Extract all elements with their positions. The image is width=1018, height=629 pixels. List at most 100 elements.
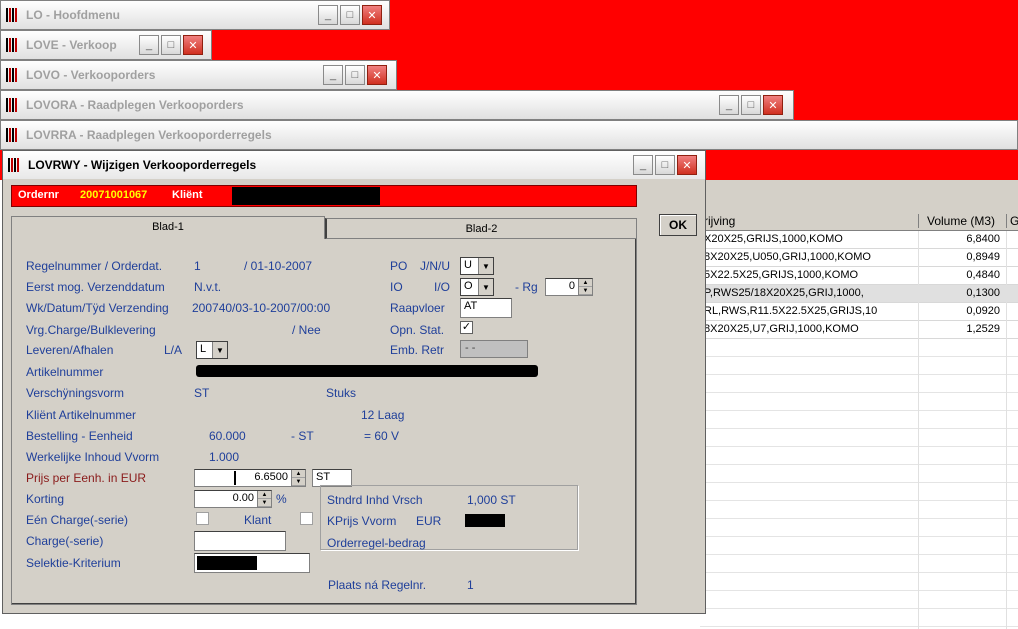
app-logo-icon: [6, 98, 20, 112]
grid-col-divider: [1006, 231, 1007, 629]
maximize-icon[interactable]: □: [655, 155, 675, 175]
emb-value: - -: [465, 342, 476, 354]
cell-desc: P,RWS25/18X20X25,GRIJ,1000,: [704, 287, 864, 299]
table-row[interactable]: 8X20X25,U050,GRIJ,1000,KOMO 0,8949: [700, 249, 1018, 267]
korting-label: Korting: [26, 492, 65, 506]
klant-checkbox[interactable]: [300, 512, 313, 525]
emb-field: - -: [460, 340, 528, 358]
een-charge-checkbox[interactable]: [196, 512, 209, 525]
window-lovrra[interactable]: LOVRRA - Raadplegen Verkooporderregels: [0, 120, 1018, 150]
artikel-label: Artikelnummer: [26, 365, 104, 379]
app-logo-icon: [8, 158, 22, 172]
bestelling-label: Bestelling - Eenheid: [26, 429, 133, 443]
prijs-input[interactable]: 6.6500 ▲ ▼: [194, 469, 306, 487]
minimize-icon[interactable]: _: [323, 65, 343, 85]
po-value: U: [464, 259, 472, 271]
prijs-label: Prijs per Eenh. in EUR: [26, 471, 147, 485]
prijs-value: 6.6500: [254, 471, 288, 483]
order-header-bar: Ordernr 20071001067 Kliënt: [11, 185, 637, 207]
text-cursor: [234, 471, 236, 485]
po-select[interactable]: U ▼: [460, 257, 494, 275]
dialog-lovrwy[interactable]: LOVRWY - Wijzigen Verkooporderregels _ □ ✕…: [2, 150, 706, 614]
korting-input[interactable]: 0.00 ▲ ▼: [194, 490, 272, 508]
column-header-volume[interactable]: Volume (M3): [918, 214, 1016, 228]
selektie-input[interactable]: [194, 553, 310, 573]
vrg-label: Vrg.Charge/Bulklevering: [26, 323, 156, 337]
tab-label: Blad-1: [152, 221, 184, 233]
window-title: LOVORA - Raadplegen Verkooporders: [26, 98, 244, 112]
opn-label: Opn. Stat.: [390, 323, 445, 337]
minimize-icon[interactable]: _: [139, 35, 159, 55]
la-select[interactable]: L ▼: [196, 341, 228, 359]
chevron-down-icon[interactable]: ▼: [212, 342, 227, 358]
window-title: LO - Hoofdmenu: [26, 8, 120, 22]
grid-col-divider: [918, 231, 919, 629]
korting-spinner[interactable]: ▲ ▼: [257, 491, 271, 507]
window-lo[interactable]: LO - Hoofdmenu _ □ ✕: [0, 0, 390, 30]
spin-down-icon[interactable]: ▼: [258, 499, 271, 507]
spin-down-icon[interactable]: ▼: [579, 287, 592, 295]
maximize-icon[interactable]: □: [345, 65, 365, 85]
minimize-icon[interactable]: _: [318, 5, 338, 25]
orderregel-label: Orderregel-bedrag: [327, 536, 426, 550]
chevron-down-icon[interactable]: ▼: [478, 258, 493, 274]
wk-value: 200740/03-10-2007/00:00: [192, 301, 331, 315]
pct-label: %: [276, 492, 287, 506]
klientart-label: Kliënt Artikelnummer: [26, 408, 137, 422]
cell-volume: 0,8949: [966, 251, 1000, 263]
table-row[interactable]: RL,RWS,R11.5X22.5X25,GRIJS,10 0,0920: [700, 303, 1018, 321]
cell-volume: 0,0920: [966, 305, 1000, 317]
opn-checkbox[interactable]: ✓: [460, 321, 473, 334]
spin-up-icon[interactable]: ▲: [292, 470, 305, 478]
close-icon[interactable]: ✕: [183, 35, 203, 55]
chevron-down-icon[interactable]: ▼: [478, 279, 493, 295]
stuks-value: Stuks: [326, 386, 357, 400]
table-row-selected[interactable]: P,RWS25/18X20X25,GRIJ,1000, 0,1300: [700, 285, 1018, 303]
rg-input[interactable]: 0 ▲ ▼: [545, 278, 593, 296]
charge-input[interactable]: [194, 531, 286, 551]
po-label: PO: [390, 259, 408, 273]
rg-label: - Rg: [515, 280, 538, 294]
spin-up-icon[interactable]: ▲: [579, 279, 592, 287]
prijs-spinner[interactable]: ▲ ▼: [291, 470, 305, 486]
tab-blad-2[interactable]: Blad-2: [325, 218, 637, 239]
charge-label: Charge(-serie): [26, 534, 104, 548]
close-icon[interactable]: ✕: [367, 65, 387, 85]
close-icon[interactable]: ✕: [362, 5, 382, 25]
close-icon[interactable]: ✕: [677, 155, 697, 175]
table-row[interactable]: 8X20X25,U7,GRIJ,1000,KOMO 1,2529: [700, 321, 1018, 339]
maximize-icon[interactable]: □: [741, 95, 761, 115]
data-grid: rijving Volume (M3) G X20X25,GRIJS,1000,…: [700, 212, 1018, 629]
maximize-icon[interactable]: □: [340, 5, 360, 25]
nee-value: / Nee: [292, 323, 321, 337]
ok-button[interactable]: OK: [659, 214, 697, 236]
werkelijke-label: Werkelijke Inhoud Vvorm: [26, 450, 160, 464]
minimize-icon[interactable]: _: [633, 155, 653, 175]
tab-blad-1[interactable]: Blad-1: [11, 216, 325, 239]
column-header-description[interactable]: rijving: [704, 214, 735, 228]
een-charge-label: Eén Charge(-serie): [26, 513, 129, 527]
window-lovo[interactable]: LOVO - Verkooporders _ □ ✕: [0, 60, 397, 90]
window-love[interactable]: LOVE - Verkoop _ □ ✕: [0, 30, 212, 60]
spin-down-icon[interactable]: ▼: [292, 478, 305, 486]
window-strip: [700, 180, 1018, 212]
la-value: L: [200, 343, 207, 355]
column-header-g[interactable]: G: [1006, 214, 1018, 228]
cell-volume: 0,1300: [966, 287, 1000, 299]
rg-spinner[interactable]: ▲ ▼: [578, 279, 592, 295]
close-icon[interactable]: ✕: [763, 95, 783, 115]
minimize-icon[interactable]: _: [719, 95, 739, 115]
check-icon: ✓: [461, 321, 472, 333]
verschijning-label: Verschÿningsvorm: [26, 386, 125, 400]
spin-up-icon[interactable]: ▲: [258, 491, 271, 499]
dialog-title: LOVRWY - Wijzigen Verkooporderregels: [28, 158, 257, 172]
io-select[interactable]: O ▼: [460, 278, 494, 296]
raapvloer-value: AT: [464, 300, 478, 312]
raapvloer-input[interactable]: AT: [460, 298, 512, 318]
window-lovora[interactable]: LOVORA - Raadplegen Verkooporders _ □ ✕: [0, 90, 794, 120]
table-row[interactable]: 5X22.5X25,GRIJS,1000,KOMO 0,4840: [700, 267, 1018, 285]
wk-label: Wk/Datum/Tÿd Verzending: [26, 301, 169, 315]
dialog-titlebar[interactable]: LOVRWY - Wijzigen Verkooporderregels _ □ ✕: [3, 151, 705, 179]
maximize-icon[interactable]: □: [161, 35, 181, 55]
table-row[interactable]: X20X25,GRIJS,1000,KOMO 6,8400: [700, 231, 1018, 249]
